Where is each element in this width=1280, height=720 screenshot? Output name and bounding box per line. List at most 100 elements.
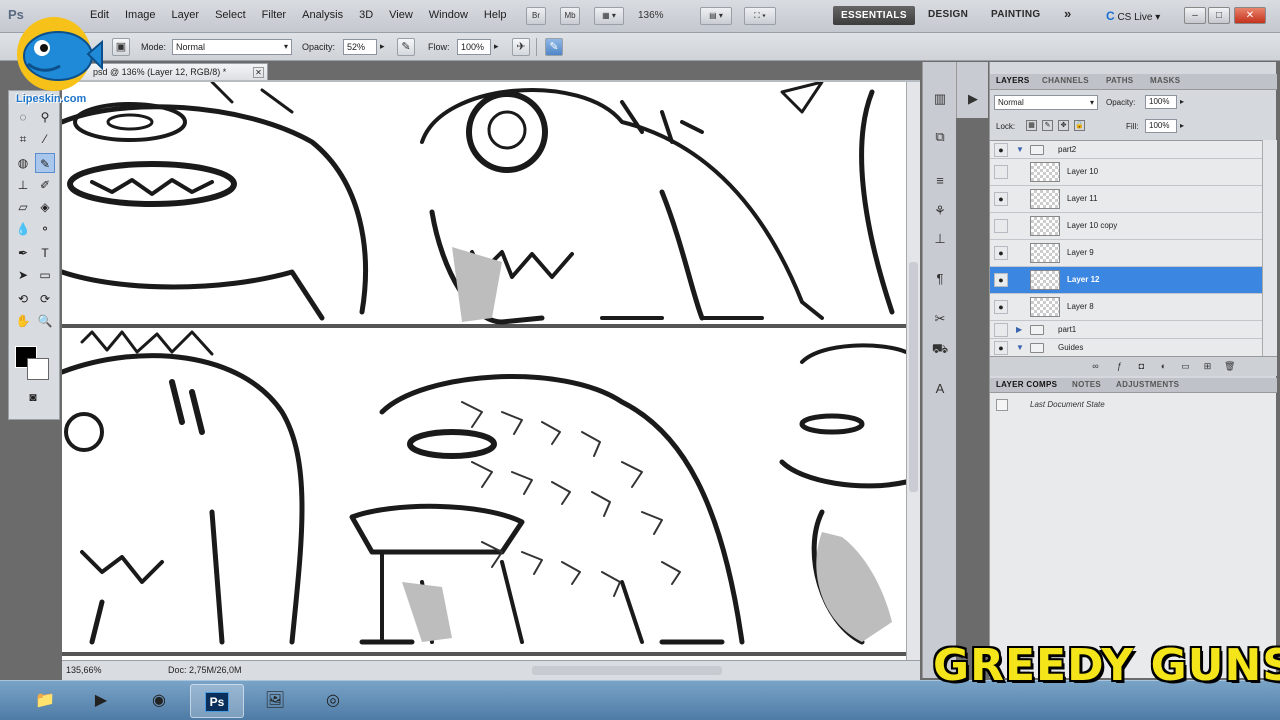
dodge-tool-icon[interactable]: ⚬ (35, 219, 55, 239)
menu-help[interactable]: Help (476, 9, 515, 21)
layer-row[interactable]: ● Layer 8 (990, 294, 1262, 321)
pressure-size-icon[interactable]: ✎ (545, 38, 563, 56)
blend-mode-select[interactable]: Normal ▾ (994, 95, 1098, 110)
eye-hidden-icon[interactable] (994, 165, 1008, 179)
path-select-tool-icon[interactable]: ➤ (13, 265, 33, 285)
add-mask-icon[interactable]: ◘ (1136, 361, 1147, 372)
tab-adjustments[interactable]: ADJUSTMENTS (1116, 380, 1179, 389)
layer-row[interactable]: Layer 10 copy (990, 213, 1262, 240)
eyedropper-tool-icon[interactable]: ⁄ (35, 129, 55, 149)
lock-all-icon[interactable]: 🔒 (1074, 120, 1085, 131)
menu-window[interactable]: Window (421, 9, 476, 21)
opacity-field[interactable]: 52% (343, 39, 377, 55)
media-player-icon[interactable]: ▶ (74, 684, 128, 718)
zoom-tool-icon[interactable]: 🔍 (35, 311, 55, 331)
eye-hidden-icon[interactable] (994, 323, 1008, 337)
tab-channels[interactable]: CHANNELS (1042, 76, 1089, 85)
workspace-painting[interactable]: PAINTING (991, 9, 1040, 20)
menu-layer[interactable]: Layer (164, 9, 208, 21)
tab-layers[interactable]: LAYERS (996, 76, 1030, 85)
link-layers-icon[interactable]: ∞ (1090, 361, 1101, 372)
3d-orbit-tool-icon[interactable]: ⟳ (35, 289, 55, 309)
layer-style-icon[interactable]: ƒ (1114, 361, 1125, 372)
layer-opacity-arrow[interactable]: ▸ (1180, 97, 1184, 106)
play-actions-icon[interactable]: ▶ (962, 88, 984, 110)
shape-tool-icon[interactable]: ▭ (35, 265, 55, 285)
more-workspaces-button[interactable]: » (1064, 6, 1072, 21)
eye-icon[interactable]: ● (994, 192, 1008, 206)
eye-icon[interactable]: ● (994, 143, 1008, 157)
fill-field[interactable]: 100% (1145, 119, 1177, 133)
cs-live-button[interactable]: C CS Live ▾ (1106, 9, 1160, 23)
lock-position-icon[interactable]: ✥ (1058, 120, 1069, 131)
expand-triangle-icon[interactable]: ▼ (1016, 343, 1024, 352)
bridge-button[interactable]: Br (526, 7, 546, 25)
explorer-icon[interactable]: 📁 (18, 684, 72, 718)
brushes-icon[interactable]: ⚘ (929, 200, 951, 222)
info-icon[interactable]: ⛟ (929, 338, 951, 360)
photoshop-icon[interactable]: Ps (190, 684, 244, 718)
canvas-vertical-scrollbar[interactable] (906, 82, 920, 660)
layer-opacity-field[interactable]: 100% (1145, 95, 1177, 109)
menu-3d[interactable]: 3D (351, 9, 381, 21)
zoom-level[interactable]: 136% (638, 10, 664, 21)
paragraph-icon[interactable]: ¶ (929, 268, 951, 290)
last-document-state-row[interactable]: Last Document State (990, 397, 1277, 415)
lasso-tool-icon[interactable]: ◌ (13, 107, 33, 127)
layer-row[interactable]: ● Layer 9 (990, 240, 1262, 267)
crop-tool-icon[interactable]: ⌗ (13, 129, 33, 149)
clone-stamp-tool-icon[interactable]: ⊥ (13, 175, 33, 195)
pen-tool-icon[interactable]: ✒ (13, 243, 33, 263)
eye-icon[interactable]: ● (994, 273, 1008, 287)
brush-preset-icon[interactable]: ▣ (112, 38, 130, 56)
tab-layer-comps[interactable]: LAYER COMPS (996, 380, 1057, 389)
eye-icon[interactable]: ● (994, 300, 1008, 314)
collapse-triangle-icon[interactable]: ▶ (1016, 325, 1022, 334)
history-icon[interactable]: ⧉ (929, 126, 951, 148)
airbrush-icon[interactable]: ✈ (512, 38, 530, 56)
menu-select[interactable]: Select (207, 9, 254, 21)
workspace-essentials[interactable]: ESSENTIALS (833, 6, 915, 25)
document-canvas[interactable] (62, 82, 906, 660)
tab-masks[interactable]: MASKS (1150, 76, 1180, 85)
view-extras-button[interactable]: ▦ ▾ (594, 7, 624, 25)
history-brush-tool-icon[interactable]: ✐ (35, 175, 55, 195)
screen-capture-icon[interactable]: 🖼 (248, 684, 302, 718)
eye-icon[interactable]: ● (994, 246, 1008, 260)
3d-rotate-tool-icon[interactable]: ⟲ (13, 289, 33, 309)
eraser-tool-icon[interactable]: ▱ (13, 197, 33, 217)
histogram-icon[interactable]: ▥ (929, 88, 951, 110)
layer-group-part2[interactable]: ● ▼ part2 (990, 141, 1262, 159)
mode-select[interactable]: Normal ▾ (172, 39, 292, 55)
layer-group-guides[interactable]: ● ▼ Guides (990, 339, 1262, 356)
menu-analysis[interactable]: Analysis (294, 9, 351, 21)
opacity-slider-arrow[interactable]: ▸ (380, 41, 385, 52)
adjustment-layer-icon[interactable]: ◐ (1158, 361, 1169, 372)
layer-row-selected[interactable]: ● Layer 12 (990, 267, 1262, 294)
paint-bucket-tool-icon[interactable]: ◈ (35, 197, 55, 217)
minimize-button[interactable]: – (1184, 7, 1206, 24)
character-icon[interactable]: A (929, 378, 951, 400)
menu-filter[interactable]: Filter (254, 9, 294, 21)
expand-triangle-icon[interactable]: ▼ (1016, 145, 1024, 154)
flow-slider-arrow[interactable]: ▸ (494, 41, 499, 52)
eye-icon[interactable]: ● (994, 341, 1008, 355)
brush-presets-icon[interactable]: ≡ (929, 170, 951, 192)
lock-transparency-icon[interactable]: ▦ (1026, 120, 1037, 131)
close-button[interactable]: ✕ (1234, 7, 1266, 24)
hand-tool-icon[interactable]: ✋ (13, 311, 33, 331)
new-layer-icon[interactable]: ⊞ (1202, 361, 1213, 372)
pressure-opacity-icon[interactable]: ✎ (397, 38, 415, 56)
tab-notes[interactable]: NOTES (1072, 380, 1101, 389)
screen-mode-button[interactable]: ⛶ ▾ (744, 7, 776, 25)
clone-source-icon[interactable]: ⊥ (929, 228, 951, 250)
background-color-swatch[interactable] (27, 358, 49, 380)
blur-tool-icon[interactable]: 💧 (13, 219, 33, 239)
layer-row[interactable]: ● Layer 11 (990, 186, 1262, 213)
brush-tool-icon[interactable]: ✎ (35, 153, 55, 173)
quick-select-tool-icon[interactable]: ⚲ (35, 107, 55, 127)
tab-paths[interactable]: PATHS (1106, 76, 1133, 85)
chrome-icon[interactable]: ◉ (132, 684, 186, 718)
tool-presets-icon[interactable]: ✂ (929, 308, 951, 330)
flow-field[interactable]: 100% (457, 39, 491, 55)
